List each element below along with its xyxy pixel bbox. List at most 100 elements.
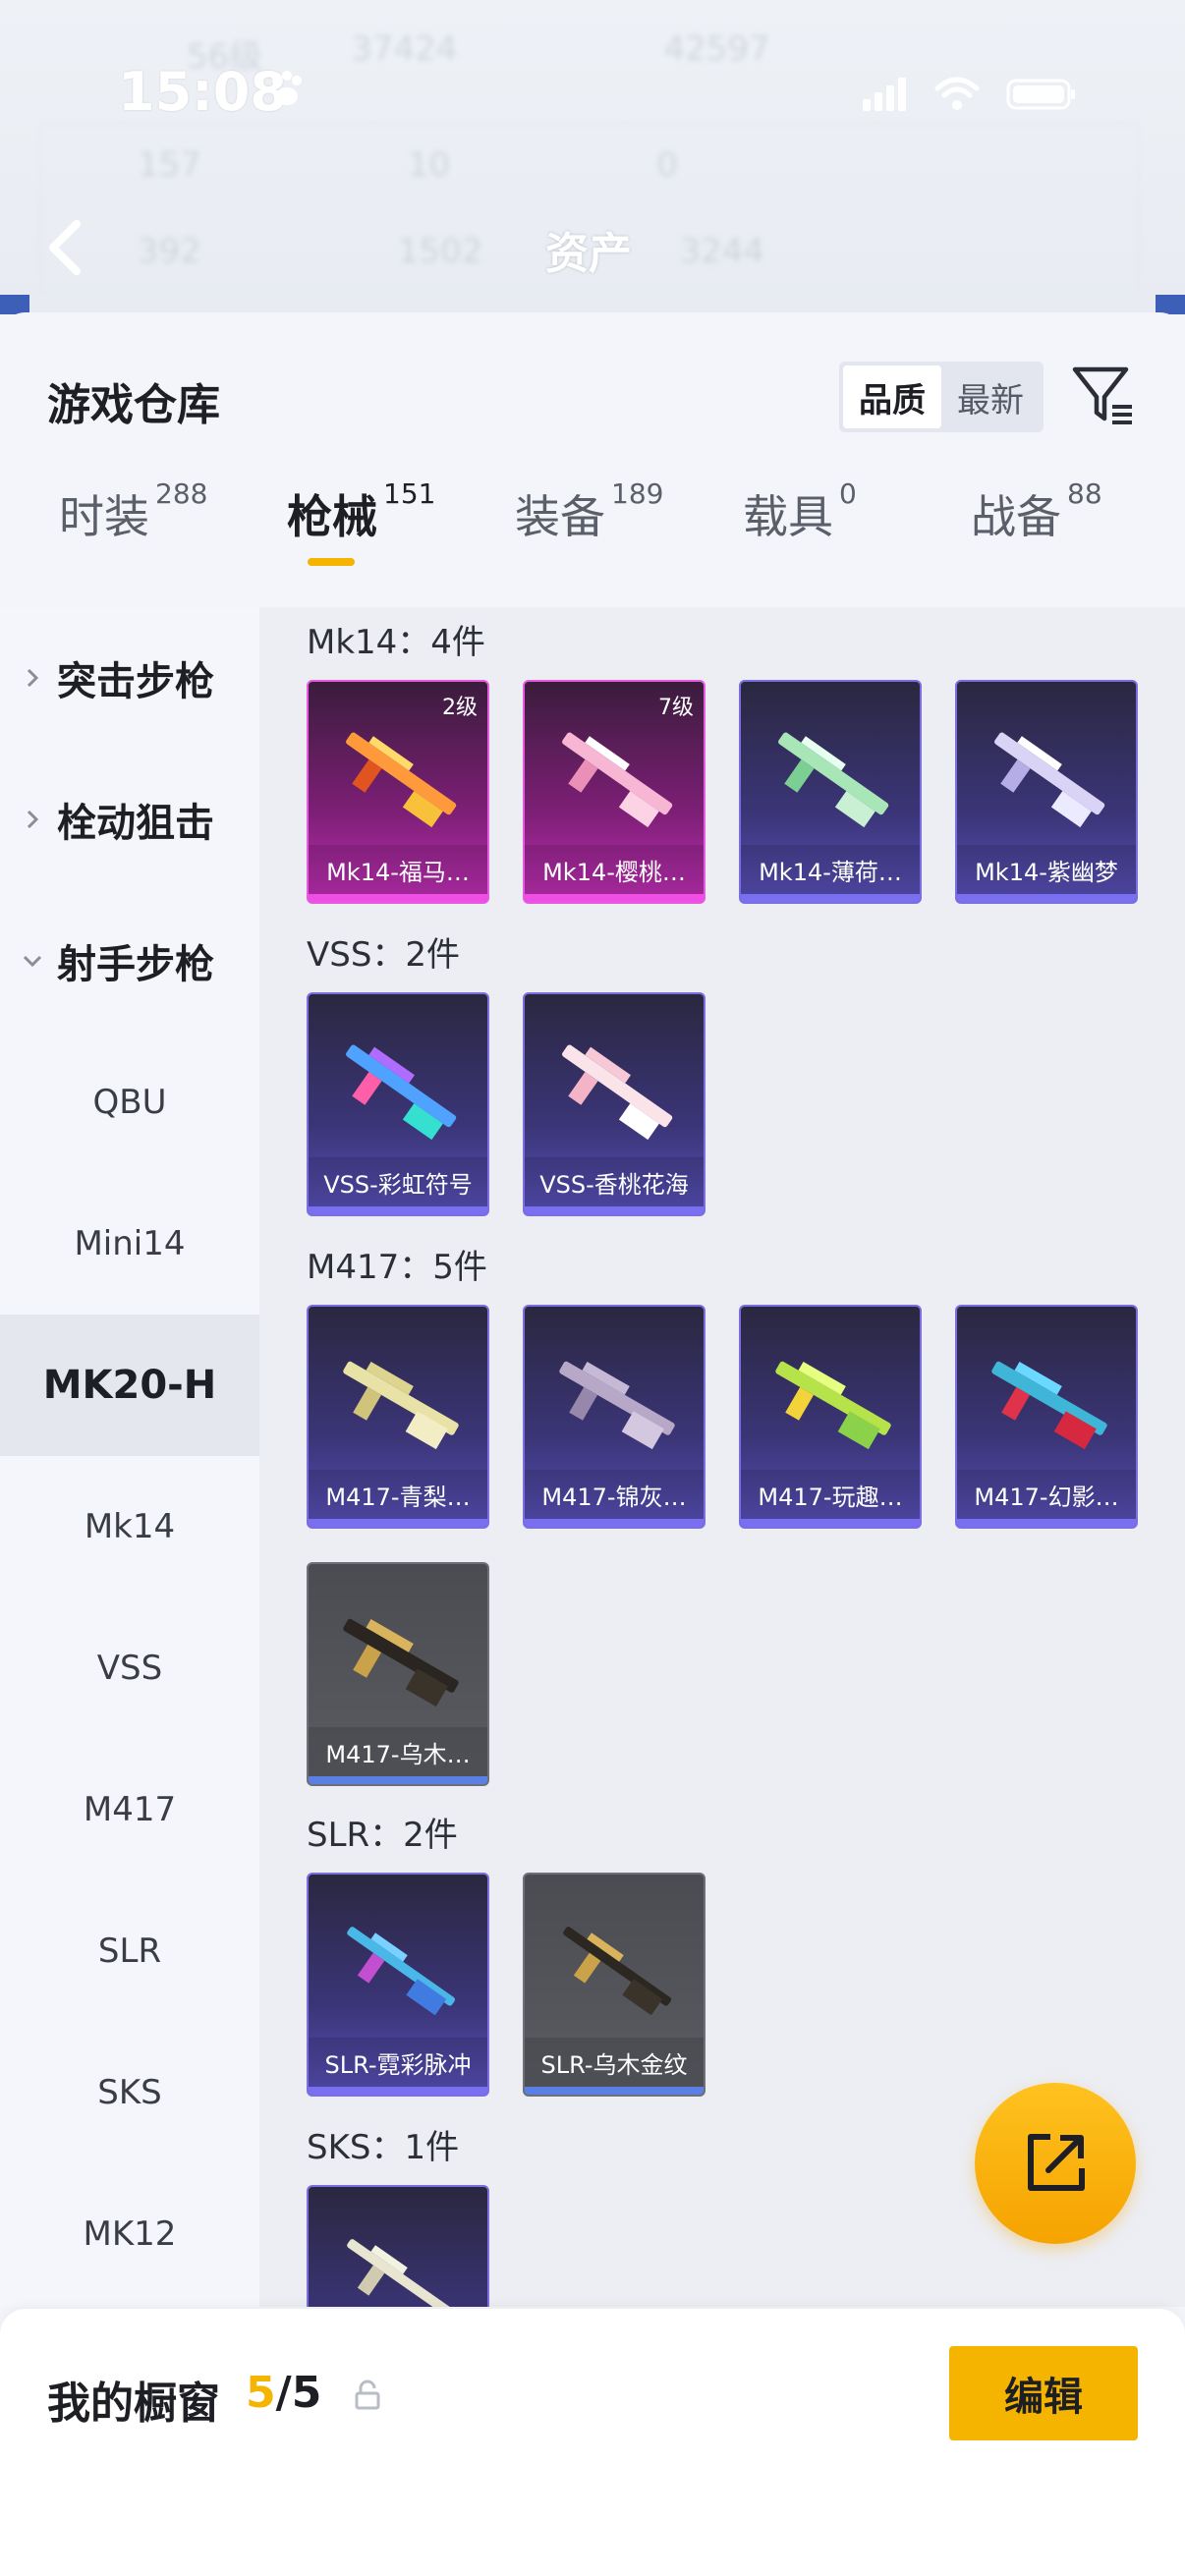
gun-icon — [562, 1044, 673, 1141]
sidebar-item-vss[interactable]: VSS — [0, 1597, 259, 1739]
warehouse-sheet: 游戏仓库 品质 最新 时装 288 枪械 151 装备 189 载具 0 战备 … — [0, 312, 1185, 2576]
gun-icon — [343, 1361, 459, 1450]
bg-stat-5: 0 — [656, 145, 678, 185]
bg-stat-7: 1502 — [397, 232, 483, 271]
weapon-card[interactable]: M417-青梨… — [307, 1305, 489, 1529]
weapon-name: VSS-香桃花海 — [525, 1157, 704, 1206]
sheet-title: 游戏仓库 — [47, 380, 220, 430]
rarity-bar — [309, 1776, 487, 1784]
weapon-card[interactable]: M417-玩趣… — [739, 1305, 922, 1529]
battery-icon — [1006, 79, 1075, 110]
background-header: 56级 37424 42597 157 10 0 392 1502 3244 1… — [0, 0, 1185, 314]
showcase-count: 5/5 — [246, 2368, 321, 2418]
weapon-card[interactable]: 7级 Mk14-樱桃… — [523, 680, 705, 904]
sidebar-category-bolt-snipers[interactable]: 栓动狙击 — [0, 749, 259, 890]
tab-label: 装备 — [515, 490, 605, 543]
sidebar-category-marksman-rifles[interactable]: 射手步枪 — [0, 890, 259, 1032]
signal-icon — [863, 78, 906, 111]
tab-count: 189 — [611, 477, 664, 510]
category-tabs: 时装 288 枪械 151 装备 189 载具 0 战备 88 — [0, 477, 1185, 609]
sidebar-item-m417[interactable]: M417 — [0, 1739, 259, 1880]
weapon-name: Mk14-福马… — [309, 845, 487, 894]
tab-count: 288 — [155, 477, 208, 510]
sort-option-quality[interactable]: 品质 — [843, 365, 941, 428]
weapon-card[interactable]: SLR-乌木金纹 — [523, 1873, 705, 2097]
weapon-card[interactable]: M417-幻影… — [955, 1305, 1138, 1529]
sidebar-item-mk12[interactable]: MK12 — [0, 2163, 259, 2305]
sidebar-category-label: 栓动狙击 — [57, 801, 214, 846]
sidebar-item-slr[interactable]: SLR — [0, 1880, 259, 2022]
share-button[interactable] — [975, 2083, 1136, 2244]
filter-icon[interactable] — [1071, 364, 1136, 428]
bg-stat-6: 392 — [138, 232, 201, 271]
bg-stat-3: 157 — [138, 145, 201, 185]
rarity-bar — [525, 1206, 704, 1214]
chevron-down-icon — [23, 955, 42, 968]
showcase-count-total: /5 — [275, 2368, 322, 2418]
rarity-bar — [525, 1519, 704, 1527]
weapon-name: VSS-彩虹符号 — [309, 1157, 487, 1206]
sidebar-item-mini14[interactable]: Mini14 — [0, 1173, 259, 1315]
sidebar-item-qbu[interactable]: QBU — [0, 1032, 259, 1173]
group-title-m417: M417：5件 — [307, 1248, 487, 1287]
rarity-bar — [741, 894, 920, 902]
background-edge — [0, 295, 29, 314]
rarity-bar — [525, 894, 704, 902]
share-export-icon — [1028, 2134, 1085, 2191]
bg-stat-4: 10 — [407, 145, 451, 185]
group-title-sks: SKS：1件 — [307, 2128, 460, 2167]
bg-row-3: 392 1502 3244 — [138, 232, 764, 271]
back-arrow-icon[interactable] — [45, 218, 85, 277]
gun-icon — [347, 2239, 456, 2307]
tab-label: 战备 — [971, 490, 1061, 543]
weapon-card[interactable]: Mk14-紫幽梦 — [955, 680, 1138, 904]
weapon-card[interactable] — [307, 2185, 489, 2307]
weapon-card[interactable]: VSS-彩虹符号 — [307, 992, 489, 1216]
sidebar-item-mk14[interactable]: Mk14 — [0, 1456, 259, 1597]
tab-count: 151 — [383, 477, 436, 510]
lock-icon — [355, 2380, 380, 2410]
edit-button[interactable]: 编辑 — [949, 2346, 1138, 2440]
tab-supplies[interactable]: 战备 88 — [971, 477, 1102, 546]
rarity-bar — [741, 1519, 920, 1527]
sort-option-latest[interactable]: 最新 — [941, 365, 1040, 428]
tab-guns[interactable]: 枪械 151 — [287, 477, 435, 546]
paw-icon — [272, 71, 302, 105]
weapon-card[interactable]: VSS-香桃花海 — [523, 992, 705, 1216]
sidebar-category-label: 射手步枪 — [57, 942, 214, 987]
gun-icon — [559, 1361, 675, 1450]
weapon-card[interactable]: Mk14-薄荷… — [739, 680, 922, 904]
tab-vehicles[interactable]: 载具 0 — [743, 477, 857, 546]
weapon-card[interactable]: SLR-霓彩脉冲 — [307, 1873, 489, 2097]
rarity-bar — [309, 2087, 487, 2095]
sidebar-item-sks[interactable]: SKS — [0, 2022, 259, 2163]
sidebar-category-label: 突击步枪 — [57, 659, 214, 704]
tab-label: 枪械 — [287, 490, 377, 543]
gun-icon — [778, 732, 889, 828]
tab-count: 0 — [839, 477, 857, 510]
tab-equipment[interactable]: 装备 189 — [515, 477, 663, 546]
tab-fashion[interactable]: 时装 288 — [59, 477, 207, 546]
gun-icon — [346, 1044, 457, 1141]
header-title: 资产 — [545, 229, 632, 279]
gun-icon — [562, 732, 673, 828]
weapon-grid: Mk14：4件 2级 Mk14-福马… 7级 Mk14-樱桃… Mk14-薄荷… — [259, 607, 1185, 2307]
tab-count: 88 — [1067, 477, 1102, 510]
sidebar-item-mk20h[interactable]: MK20-H — [0, 1315, 259, 1456]
weapon-name: M417-玩趣… — [741, 1470, 920, 1519]
active-tab-indicator — [308, 558, 355, 566]
weapon-name: SLR-霓彩脉冲 — [309, 2038, 487, 2087]
bg-row-2: 157 10 0 — [138, 145, 678, 185]
sidebar-category-assault-rifles[interactable]: 突击步枪 — [0, 607, 259, 749]
weapon-card[interactable]: 2级 Mk14-福马… — [307, 680, 489, 904]
showcase-label: 我的橱窗 — [47, 2379, 220, 2429]
weapon-card[interactable]: M417-锦灰… — [523, 1305, 705, 1529]
status-icons — [863, 77, 1077, 112]
bg-stat-2: 42597 — [663, 29, 770, 69]
group-title-slr: SLR：2件 — [307, 1816, 458, 1855]
weapon-card[interactable]: M417-乌木… — [307, 1562, 489, 1786]
rarity-bar — [957, 1519, 1136, 1527]
rarity-bar — [957, 894, 1136, 902]
sort-toggle: 品质 最新 — [839, 362, 1044, 432]
gun-icon — [775, 1361, 891, 1450]
